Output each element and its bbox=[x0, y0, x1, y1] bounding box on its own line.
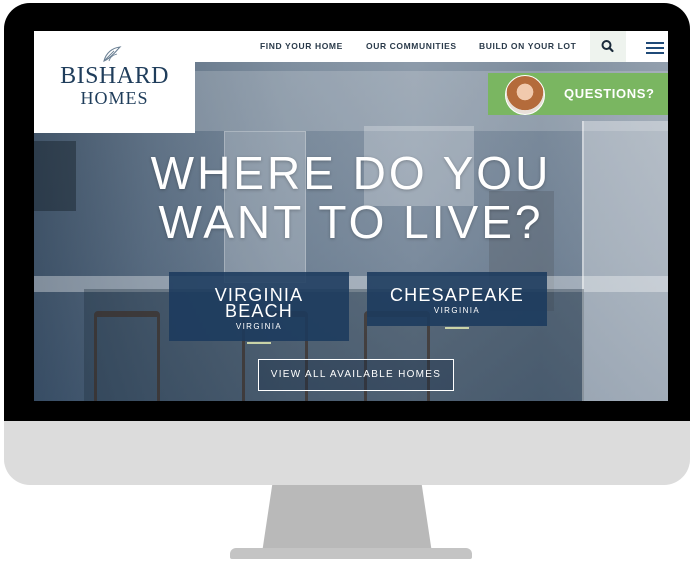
search-icon bbox=[601, 40, 614, 53]
location-underline bbox=[445, 327, 469, 329]
monitor-stand-foot bbox=[230, 548, 472, 559]
location-state: VIRGINIA bbox=[235, 322, 283, 331]
website-screen: BISHARD HOMES FIND YOUR HOME OUR COMMUNI… bbox=[34, 31, 668, 401]
nav-find-your-home[interactable]: FIND YOUR HOME bbox=[260, 31, 343, 62]
top-navigation: FIND YOUR HOME OUR COMMUNITIES BUILD ON … bbox=[195, 31, 668, 62]
location-state: VIRGINIA bbox=[433, 306, 481, 315]
site-logo[interactable]: BISHARD HOMES bbox=[34, 31, 195, 133]
search-button[interactable] bbox=[590, 31, 626, 62]
agent-avatar bbox=[505, 75, 545, 115]
location-name-line-2: BEACH bbox=[224, 301, 293, 321]
headline-line-2: WANT TO LIVE? bbox=[158, 196, 544, 248]
hamburger-menu-icon bbox=[646, 42, 664, 44]
questions-label: QUESTIONS? bbox=[564, 86, 655, 101]
location-name-line-1: VIRGINIA bbox=[214, 285, 304, 305]
logo-wordmark-homes: HOMES bbox=[80, 88, 149, 108]
menu-button[interactable] bbox=[635, 31, 668, 62]
location-underline bbox=[247, 342, 271, 344]
monitor-stand-neck bbox=[262, 485, 432, 553]
hero-headline: WHERE DO YOU WANT TO LIVE? bbox=[134, 149, 568, 247]
nav-our-communities[interactable]: OUR COMMUNITIES bbox=[366, 31, 457, 62]
location-name: CHESAPEAKE bbox=[389, 285, 525, 305]
location-chesapeake[interactable]: CHESAPEAKE VIRGINIA bbox=[367, 272, 547, 329]
view-all-homes-button[interactable]: VIEW ALL AVAILABLE HOMES bbox=[258, 359, 454, 391]
logo-wordmark-bishard: BISHARD bbox=[60, 63, 169, 89]
nav-build-on-your-lot[interactable]: BUILD ON YOUR LOT bbox=[479, 31, 576, 62]
leaf-logo-icon bbox=[103, 46, 122, 63]
headline-line-1: WHERE DO YOU bbox=[150, 147, 552, 199]
questions-button[interactable]: QUESTIONS? bbox=[488, 73, 668, 115]
location-virginia-beach[interactable]: VIRGINIA BEACH VIRGINIA bbox=[169, 272, 349, 344]
